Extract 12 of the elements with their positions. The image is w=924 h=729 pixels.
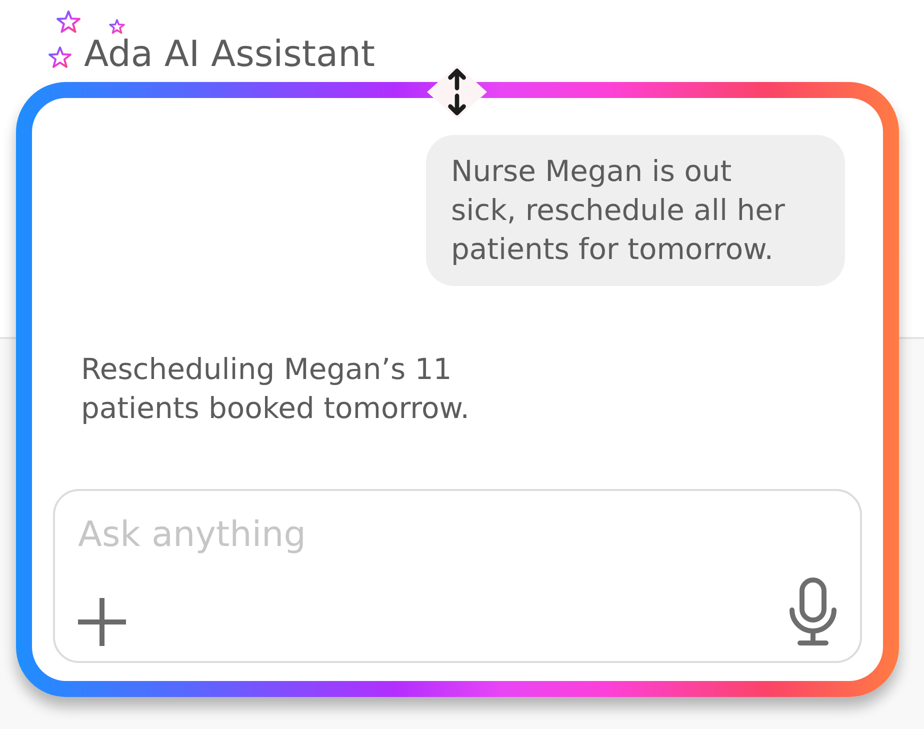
microphone-button[interactable]	[788, 577, 838, 647]
plus-icon	[77, 597, 127, 647]
up-down-arrow-icon	[446, 67, 468, 117]
message-input[interactable]: Ask anything	[78, 513, 837, 557]
star-icon	[48, 46, 72, 70]
microphone-icon	[788, 577, 838, 647]
star-icon	[56, 10, 81, 35]
user-message: Nurse Megan is out sick, reschedule all her patients for tomorrow.	[426, 135, 845, 286]
assistant-title: Ada AI Assistant	[84, 35, 376, 75]
add-button[interactable]	[77, 597, 127, 647]
star-icon	[109, 19, 125, 35]
assistant-message: Rescheduling Megan’s 11 patients booked tomorrow.	[81, 351, 470, 427]
